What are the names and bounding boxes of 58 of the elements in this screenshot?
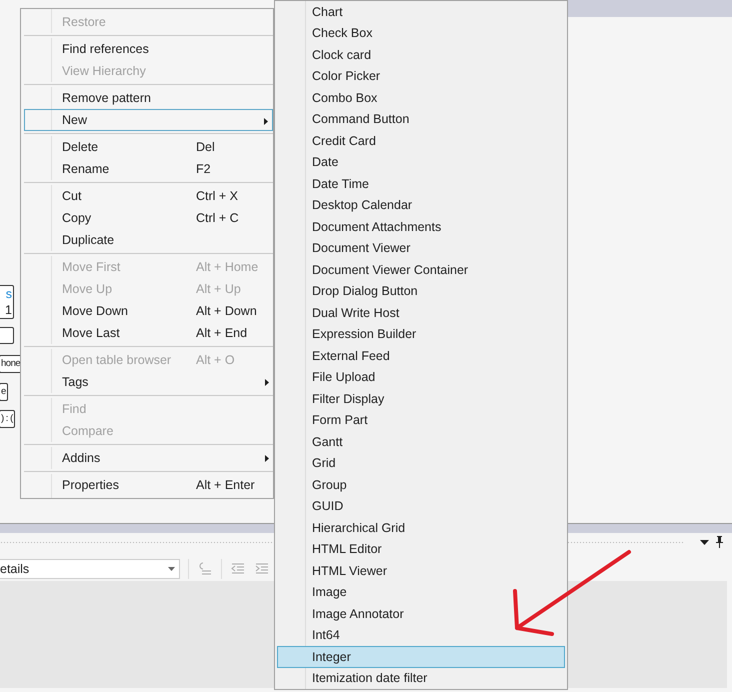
menu-item[interactable]: Dual Write Host <box>277 302 565 324</box>
menu-item[interactable]: Itemization date filter <box>277 668 565 689</box>
menu-item[interactable]: File Upload <box>277 366 565 388</box>
menu-item[interactable]: Cut Ctrl + X <box>24 185 273 207</box>
node-label: e <box>1 385 6 399</box>
menu-item[interactable]: Credit Card <box>277 130 565 152</box>
menu-item[interactable]: Grid <box>277 452 565 474</box>
menu-item[interactable]: Hierarchical Grid <box>277 517 565 538</box>
menu-item[interactable]: Combo Box <box>277 87 565 108</box>
menu-item[interactable]: Duplicate <box>24 229 273 251</box>
menu-item[interactable]: Image <box>277 582 565 603</box>
menu-item[interactable]: Expression Builder <box>277 324 565 345</box>
menu-item[interactable]: Clock card <box>277 44 565 66</box>
menu-item[interactable]: Check Box <box>277 22 565 44</box>
menu-item[interactable]: External Feed <box>277 345 565 366</box>
caret-icon <box>168 567 175 571</box>
node-link[interactable]: s <box>6 286 12 302</box>
node-label: ) : ( <box>1 412 13 426</box>
menu-item[interactable]: Color Picker <box>277 66 565 87</box>
menu-item[interactable]: GUID <box>277 496 565 517</box>
pin-icon[interactable] <box>715 536 724 548</box>
menu-item[interactable]: Properties Alt + Enter <box>24 474 273 496</box>
dropdown-arrow-icon[interactable] <box>700 540 709 544</box>
menu-item[interactable]: Tags <box>24 371 273 393</box>
menu-item[interactable]: Addins <box>24 447 273 469</box>
menu-item[interactable]: HTML Editor <box>277 538 565 560</box>
menu-item[interactable]: Chart <box>277 1 565 22</box>
menu-item[interactable]: Remove pattern <box>24 87 273 109</box>
menu-item[interactable]: Find references <box>24 38 273 60</box>
menu-item[interactable]: Move Down Alt + Down <box>24 300 273 322</box>
menu-item[interactable]: Date <box>277 152 565 173</box>
submenu-arrow-icon <box>264 118 268 125</box>
menu-item[interactable]: Document Attachments <box>277 216 565 238</box>
menu-item[interactable]: Gantt <box>277 431 565 452</box>
menu-item[interactable]: Desktop Calendar <box>277 194 565 216</box>
menu-item[interactable]: New <box>24 109 273 131</box>
menu-item[interactable]: Command Button <box>277 108 565 130</box>
submenu-arrow-icon <box>265 455 269 462</box>
dropdown-field[interactable]: etails <box>0 559 180 579</box>
menu-item[interactable]: Rename F2 <box>24 158 273 180</box>
menu-item[interactable]: Int64 <box>277 624 565 646</box>
menu-item[interactable]: Copy Ctrl + C <box>24 207 273 229</box>
menu-item[interactable]: Move Last Alt + End <box>24 322 273 344</box>
menu-item[interactable]: Form Part <box>277 410 565 431</box>
menu-item[interactable]: Drop Dialog Button <box>277 280 565 302</box>
submenu-arrow-icon <box>265 379 269 386</box>
menu-item[interactable]: Document Viewer <box>277 238 565 259</box>
menu-item[interactable]: Document Viewer Container <box>277 259 565 280</box>
node-label: hone <box>1 357 20 371</box>
menu-item[interactable]: Group <box>277 474 565 496</box>
menu-item[interactable]: Filter Display <box>277 388 565 410</box>
menu-item[interactable]: Integer <box>277 646 565 668</box>
menu-item[interactable]: HTML Viewer <box>277 560 565 582</box>
undo-list-icon[interactable] <box>197 561 213 577</box>
menu-item[interactable]: Delete Del <box>24 136 273 158</box>
node-label: 1 <box>5 302 12 318</box>
menu-item[interactable]: Date Time <box>277 173 565 194</box>
menu-item[interactable]: Image Annotator <box>277 603 565 624</box>
